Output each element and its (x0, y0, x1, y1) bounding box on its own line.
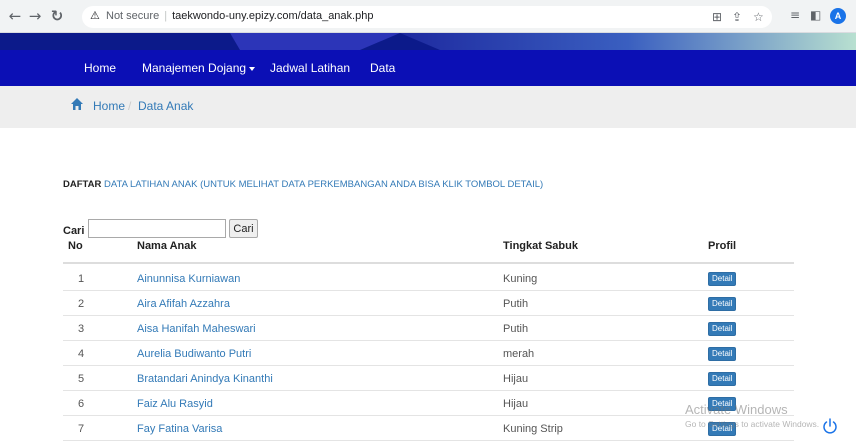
dropdown-caret-icon (249, 66, 256, 71)
cell-belt: merah (503, 348, 535, 360)
nav-jadwal-latihan[interactable]: Jadwal Latihan (270, 61, 350, 75)
table-row: 4 Aurelia Budiwanto Putri merah Detail (63, 341, 794, 366)
cell-no: 3 (78, 323, 85, 335)
address-separator: | (164, 10, 168, 22)
cell-belt: Kuning Strip (503, 423, 563, 435)
browser-toolbar: ← → ↻ ⚠ Not secure | taekwondo-uny.epizy.c… (0, 0, 856, 33)
share-icon[interactable]: ⇪ (732, 10, 742, 24)
detail-button[interactable]: Detail (708, 272, 737, 286)
search-button[interactable]: Cari (229, 219, 258, 238)
profile-avatar[interactable]: A (830, 8, 846, 24)
cell-belt: Putih (503, 323, 529, 335)
cell-name: Faiz Alu Rasyid (137, 398, 213, 410)
home-icon (71, 98, 83, 110)
header-name: Nama Anak (137, 240, 197, 252)
address-text: Not secure | taekwondo-uny.epizy.com/data_… (106, 10, 373, 22)
nav-manajemen-dojang-label: Manajemen Dojang (142, 61, 247, 75)
cell-no: 4 (78, 348, 85, 360)
table-row: 3 Aisa Hanifah Maheswari Putih Detail (63, 316, 794, 341)
url-text: taekwondo-uny.epizy.com/data_anak.php (172, 10, 374, 22)
cell-belt: Hijau (503, 373, 529, 385)
back-arrow-icon[interactable]: ← (6, 7, 24, 25)
cell-no: 5 (78, 373, 85, 385)
activate-windows-title: Activate Windows (685, 402, 788, 417)
nav-manajemen-dojang[interactable]: Manajemen Dojang (142, 61, 256, 75)
header-belt: Tingkat Sabuk (503, 240, 578, 252)
header-decoration (0, 33, 856, 50)
nav-home[interactable]: Home (84, 61, 116, 75)
table-row: 5 Bratandari Anindya Kinanthi Hijau Deta… (63, 366, 794, 391)
cell-name: Fay Fatina Varisa (137, 423, 223, 435)
header-profile: Profil (708, 240, 737, 252)
breadcrumb-separator: / (128, 99, 132, 113)
heading-link-text: DATA LATIHAN ANAK (UNTUK MELIHAT DATA PE… (103, 179, 544, 190)
bookmark-star-icon[interactable]: ☆ (753, 10, 764, 24)
more-menu-icon[interactable]: ⋮ (851, 7, 856, 23)
detail-button[interactable]: Detail (708, 297, 737, 311)
detail-button[interactable]: Detail (708, 347, 737, 361)
cell-name: Ainunnisa Kurniawan (137, 273, 241, 285)
cell-no: 7 (78, 423, 85, 435)
heading-strong: DAFTAR (63, 179, 102, 190)
breadcrumb: Home / Data Anak (0, 86, 856, 128)
table-header-row: No Nama Anak Tingkat Sabuk Profil (63, 240, 794, 264)
reading-list-icon[interactable]: ≡ (790, 8, 800, 22)
cell-name: Aurelia Budiwanto Putri (137, 348, 252, 360)
site-navbar: Home Manajemen Dojang Jadwal Latihan Dat… (0, 50, 856, 86)
cell-name: Aisa Hanifah Maheswari (137, 323, 256, 335)
activate-windows-subtitle: Go to Settings to activate Windows. (685, 419, 820, 429)
cell-no: 2 (78, 298, 85, 310)
search-label: Cari : (63, 225, 92, 237)
side-panel-icon[interactable]: ◧ (810, 8, 821, 22)
cell-name: Aira Afifah Azzahra (137, 298, 230, 310)
power-icon[interactable] (821, 417, 839, 435)
detail-button[interactable]: Detail (708, 322, 737, 336)
breadcrumb-current: Data Anak (138, 99, 194, 113)
warning-icon[interactable]: ⚠ (90, 9, 100, 22)
header-no: No (68, 240, 83, 252)
forward-arrow-icon[interactable]: → (26, 7, 44, 25)
search-input[interactable] (88, 219, 226, 238)
cell-no: 1 (78, 273, 85, 285)
reload-icon[interactable]: ↻ (48, 7, 66, 25)
nav-data[interactable]: Data (370, 61, 395, 75)
cell-name: Bratandari Anindya Kinanthi (137, 373, 273, 385)
detail-button[interactable]: Detail (708, 372, 737, 386)
cell-no: 6 (78, 398, 85, 410)
address-bar[interactable]: ⚠ Not secure | taekwondo-uny.epizy.com/dat… (82, 6, 772, 28)
breadcrumb-home-link[interactable]: Home (93, 99, 125, 113)
table-row: 1 Ainunnisa Kurniawan Kuning Detail (63, 266, 794, 291)
cell-belt: Hijau (503, 398, 529, 410)
cell-belt: Putih (503, 298, 529, 310)
cell-belt: Kuning (503, 273, 538, 285)
translate-icon[interactable]: ⊞ (712, 10, 722, 24)
table-row: 2 Aira Afifah Azzahra Putih Detail (63, 291, 794, 316)
security-label: Not secure (106, 10, 160, 22)
page-heading: DAFTAR DATA LATIHAN ANAK (UNTUK MELIHAT … (63, 179, 543, 190)
